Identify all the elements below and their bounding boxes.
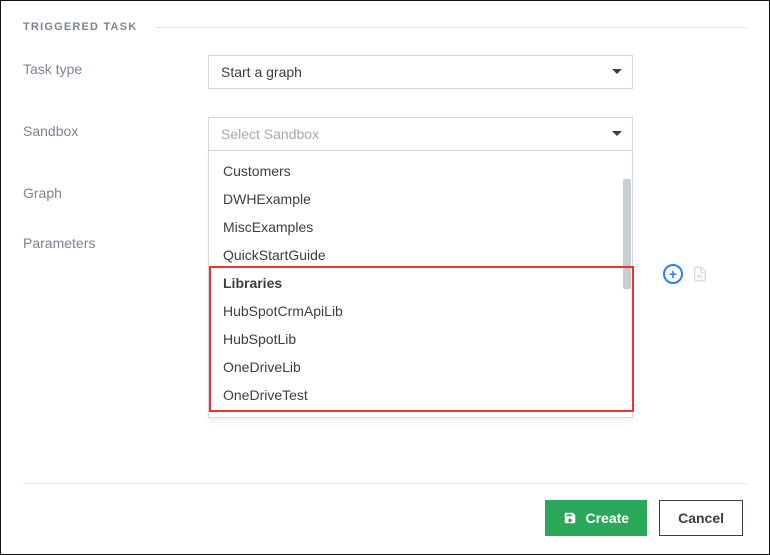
row-task-type: Task type Start a graph — [23, 55, 747, 89]
save-icon — [563, 511, 577, 525]
label-parameters: Parameters — [23, 229, 208, 251]
chevron-down-icon — [612, 69, 622, 74]
sandbox-option[interactable]: HubSpotLib — [209, 325, 632, 353]
sandbox-option[interactable]: DWHExample — [209, 185, 632, 213]
sandbox-option[interactable]: OneDriveTest — [209, 381, 632, 409]
field-task-type: Start a graph — [208, 55, 633, 89]
sandbox-option[interactable]: Customers — [209, 157, 632, 185]
sandbox-group-libraries: Libraries — [209, 269, 632, 297]
row-sandbox: Sandbox Select Sandbox CustomersDWHExamp… — [23, 117, 747, 151]
chevron-down-icon — [612, 131, 622, 136]
cancel-button[interactable]: Cancel — [659, 500, 743, 536]
create-button-label: Create — [585, 510, 629, 526]
sandbox-option[interactable]: MiscExamples — [209, 213, 632, 241]
import-parameter-icon[interactable] — [691, 265, 709, 283]
sandbox-select[interactable]: Select Sandbox — [208, 117, 633, 151]
divider — [155, 27, 747, 28]
triggered-task-dialog: TRIGGERED TASK Task type Start a graph S… — [0, 0, 770, 555]
sandbox-option[interactable]: HubSpotCrmApiLib — [209, 297, 632, 325]
dropdown-scrollbar[interactable] — [623, 179, 631, 289]
label-task-type: Task type — [23, 55, 208, 77]
task-type-select[interactable]: Start a graph — [208, 55, 633, 89]
dialog-footer: Create Cancel — [23, 500, 747, 536]
task-type-value: Start a graph — [221, 64, 302, 80]
form: Task type Start a graph Sandbox Select S… — [23, 55, 747, 483]
add-parameter-button[interactable]: + — [663, 264, 683, 284]
sandbox-option[interactable]: QuickStartGuide — [209, 241, 632, 269]
sandbox-option[interactable]: OneDriveLib — [209, 353, 632, 381]
section-title: TRIGGERED TASK — [23, 21, 137, 33]
field-sandbox: Select Sandbox CustomersDWHExampleMiscEx… — [208, 117, 633, 151]
label-graph: Graph — [23, 179, 208, 201]
create-button[interactable]: Create — [545, 500, 647, 536]
sandbox-placeholder: Select Sandbox — [221, 126, 319, 142]
parameters-side-icons: + — [663, 259, 723, 289]
sandbox-dropdown: CustomersDWHExampleMiscExamplesQuickStar… — [208, 151, 633, 418]
label-sandbox: Sandbox — [23, 117, 208, 139]
plus-icon: + — [669, 267, 677, 281]
footer-divider — [23, 483, 747, 484]
section-header: TRIGGERED TASK — [23, 21, 747, 33]
cancel-button-label: Cancel — [678, 510, 724, 526]
